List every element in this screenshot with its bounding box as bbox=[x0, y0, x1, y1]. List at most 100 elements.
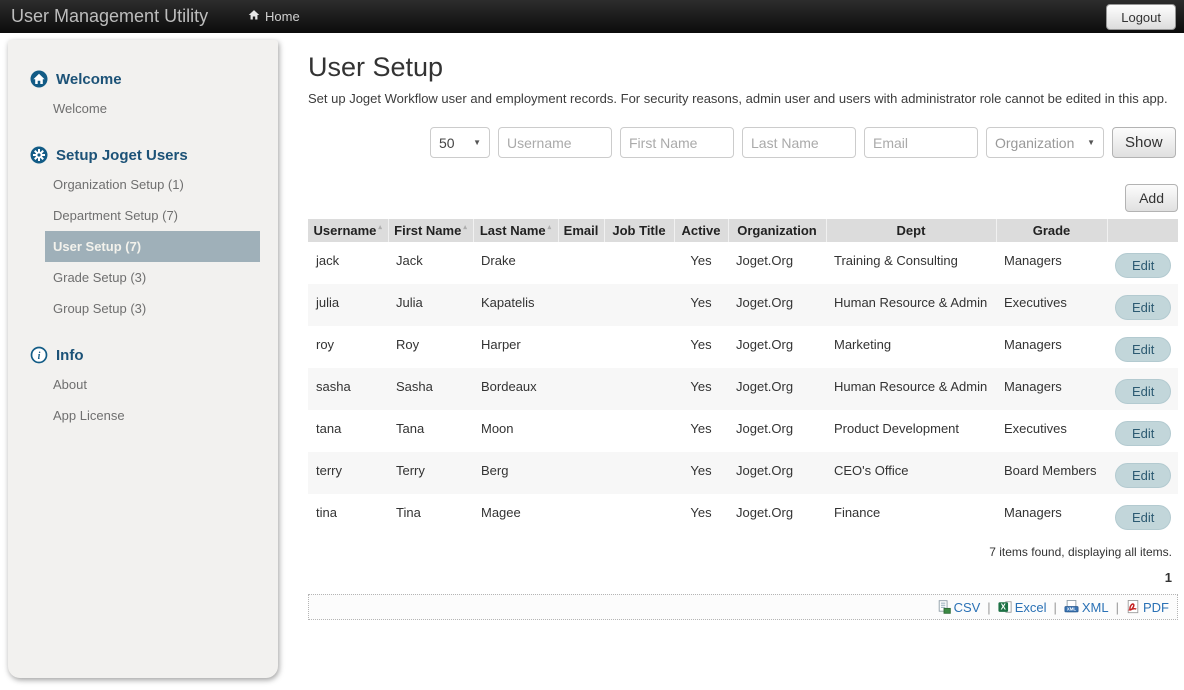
cell-dept: Product Development bbox=[826, 410, 996, 452]
column-header-job_title[interactable]: Job Title bbox=[604, 219, 674, 242]
sidebar-items: Welcome bbox=[45, 93, 260, 124]
edit-button[interactable]: Edit bbox=[1115, 379, 1171, 404]
home-link-label: Home bbox=[265, 9, 300, 24]
pdf-icon bbox=[1126, 600, 1140, 614]
top-navigation-bar: User Management Utility Home Logout bbox=[0, 0, 1184, 33]
last-name-filter-input[interactable] bbox=[742, 127, 856, 158]
table-row: jackJackDrakeYesJoget.OrgTraining & Cons… bbox=[308, 242, 1178, 284]
cell-username: tana bbox=[308, 410, 388, 452]
page-description: Set up Joget Workflow user and employmen… bbox=[308, 91, 1178, 106]
column-header-username[interactable]: Username▴ bbox=[308, 219, 388, 242]
cell-actions: Edit bbox=[1107, 410, 1178, 452]
xml-icon: XML bbox=[1064, 600, 1079, 614]
column-header-grade[interactable]: Grade bbox=[996, 219, 1107, 242]
sidebar-item-grade-setup-3[interactable]: Grade Setup (3) bbox=[45, 262, 260, 293]
cell-job_title bbox=[604, 494, 674, 536]
info-icon: i bbox=[30, 346, 48, 364]
edit-button[interactable]: Edit bbox=[1115, 505, 1171, 530]
export-csv-link[interactable]: CSV bbox=[937, 600, 981, 615]
pagination-page-number[interactable]: 1 bbox=[308, 570, 1178, 585]
chevron-down-icon: ▼ bbox=[473, 138, 481, 147]
sort-icon: ▴ bbox=[378, 224, 382, 231]
export-link-label: XML bbox=[1082, 600, 1109, 615]
column-header-first_name[interactable]: First Name▴ bbox=[388, 219, 473, 242]
column-header-last_name[interactable]: Last Name▴ bbox=[473, 219, 558, 242]
table-row: terryTerryBergYesJoget.OrgCEO's OfficeBo… bbox=[308, 452, 1178, 494]
sort-icon: ▴ bbox=[548, 224, 552, 231]
column-header-email[interactable]: Email bbox=[558, 219, 604, 242]
cell-email bbox=[558, 410, 604, 452]
edit-button[interactable]: Edit bbox=[1115, 253, 1171, 278]
cell-first_name: Julia bbox=[388, 284, 473, 326]
cell-active: Yes bbox=[674, 452, 728, 494]
sidebar-item-user-setup-7[interactable]: User Setup (7) bbox=[45, 231, 260, 262]
cell-grade: Executives bbox=[996, 284, 1107, 326]
add-button[interactable]: Add bbox=[1125, 184, 1178, 212]
cell-first_name: Sasha bbox=[388, 368, 473, 410]
chevron-down-icon: ▼ bbox=[1087, 138, 1095, 147]
items-found-summary: 7 items found, displaying all items. bbox=[308, 545, 1178, 559]
users-table: Username▴First Name▴Last Name▴EmailJob T… bbox=[308, 219, 1178, 536]
export-link-label: PDF bbox=[1143, 600, 1169, 615]
first-name-filter-input[interactable] bbox=[620, 127, 734, 158]
cell-email bbox=[558, 284, 604, 326]
table-row: sashaSashaBordeauxYesJoget.OrgHuman Reso… bbox=[308, 368, 1178, 410]
cell-organization: Joget.Org bbox=[728, 368, 826, 410]
cell-last_name: Bordeaux bbox=[473, 368, 558, 410]
page-size-select[interactable]: 50 ▼ bbox=[430, 127, 490, 158]
filter-bar: 50 ▼ Organization ▼ Show bbox=[430, 127, 1178, 158]
cell-username: tina bbox=[308, 494, 388, 536]
home-link[interactable]: Home bbox=[248, 9, 300, 24]
sidebar-item-app-license[interactable]: App License bbox=[45, 400, 260, 431]
edit-button[interactable]: Edit bbox=[1115, 295, 1171, 320]
table-row: tinaTinaMageeYesJoget.OrgFinanceManagers… bbox=[308, 494, 1178, 536]
column-header-active[interactable]: Active bbox=[674, 219, 728, 242]
cell-last_name: Moon bbox=[473, 410, 558, 452]
email-filter-input[interactable] bbox=[864, 127, 978, 158]
sidebar-item-organization-setup-1[interactable]: Organization Setup (1) bbox=[45, 169, 260, 200]
cell-dept: Human Resource & Admin bbox=[826, 284, 996, 326]
username-filter-input[interactable] bbox=[498, 127, 612, 158]
column-header-dept[interactable]: Dept bbox=[826, 219, 996, 242]
cell-active: Yes bbox=[674, 242, 728, 284]
cell-email bbox=[558, 494, 604, 536]
cell-job_title bbox=[604, 284, 674, 326]
export-excel-link[interactable]: XExcel bbox=[998, 600, 1047, 615]
sidebar-section-setup-joget-users: Setup Joget UsersOrganization Setup (1)D… bbox=[30, 146, 260, 324]
cell-active: Yes bbox=[674, 410, 728, 452]
cell-actions: Edit bbox=[1107, 494, 1178, 536]
sidebar-item-department-setup-7[interactable]: Department Setup (7) bbox=[45, 200, 260, 231]
cell-first_name: Terry bbox=[388, 452, 473, 494]
sidebar-item-welcome[interactable]: Welcome bbox=[45, 93, 260, 124]
svg-text:XML: XML bbox=[1067, 607, 1077, 612]
show-button[interactable]: Show bbox=[1112, 127, 1176, 158]
cell-actions: Edit bbox=[1107, 284, 1178, 326]
organization-filter-select[interactable]: Organization ▼ bbox=[986, 127, 1104, 158]
edit-button[interactable]: Edit bbox=[1115, 463, 1171, 488]
table-row: tanaTanaMoonYesJoget.OrgProduct Developm… bbox=[308, 410, 1178, 452]
cell-actions: Edit bbox=[1107, 326, 1178, 368]
cell-organization: Joget.Org bbox=[728, 242, 826, 284]
cell-first_name: Tina bbox=[388, 494, 473, 536]
cell-job_title bbox=[604, 410, 674, 452]
cell-active: Yes bbox=[674, 494, 728, 536]
cell-grade: Managers bbox=[996, 242, 1107, 284]
sidebar-item-about[interactable]: About bbox=[45, 369, 260, 400]
export-pdf-link[interactable]: PDF bbox=[1126, 600, 1169, 615]
excel-icon: X bbox=[998, 600, 1012, 614]
cell-actions: Edit bbox=[1107, 452, 1178, 494]
cell-job_title bbox=[604, 368, 674, 410]
cell-organization: Joget.Org bbox=[728, 284, 826, 326]
svg-text:i: i bbox=[38, 351, 41, 362]
edit-button[interactable]: Edit bbox=[1115, 337, 1171, 362]
column-header-organization[interactable]: Organization bbox=[728, 219, 826, 242]
cell-grade: Managers bbox=[996, 494, 1107, 536]
logout-button[interactable]: Logout bbox=[1106, 4, 1176, 30]
edit-button[interactable]: Edit bbox=[1115, 421, 1171, 446]
cell-organization: Joget.Org bbox=[728, 410, 826, 452]
export-xml-link[interactable]: XML XML bbox=[1064, 600, 1109, 615]
cell-grade: Board Members bbox=[996, 452, 1107, 494]
cell-grade: Managers bbox=[996, 368, 1107, 410]
sidebar-section-title: Info bbox=[56, 347, 84, 364]
sidebar-item-group-setup-3[interactable]: Group Setup (3) bbox=[45, 293, 260, 324]
